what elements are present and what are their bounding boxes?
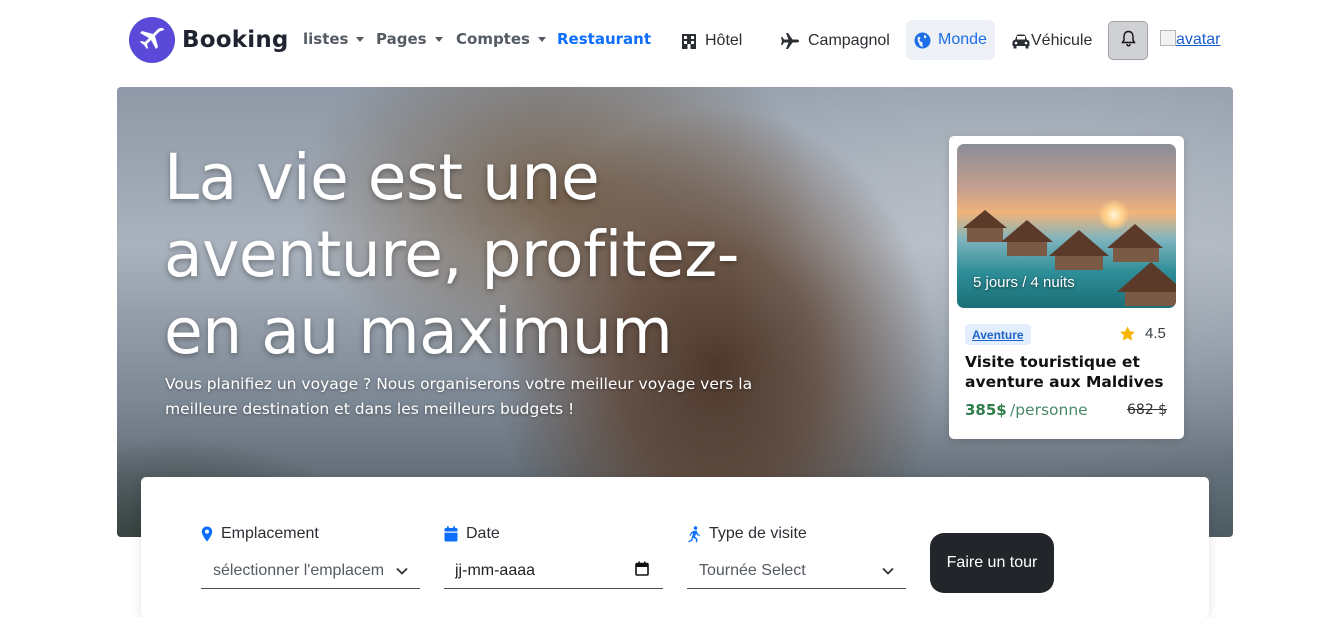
nav-dropdown-listes[interactable]: listes bbox=[303, 30, 365, 48]
chevron-down-icon bbox=[396, 562, 408, 580]
offer-category-badge[interactable]: Aventure bbox=[965, 324, 1031, 345]
calendar-icon bbox=[635, 561, 649, 581]
hut-graphic bbox=[1113, 248, 1159, 262]
nav-dropdown-label: listes bbox=[303, 30, 349, 48]
nav-dropdown-comptes[interactable]: Comptes bbox=[456, 30, 546, 48]
offer-price-unit: /personne bbox=[1010, 401, 1088, 419]
nav-category-vehicule[interactable]: Véhicule bbox=[1012, 29, 1092, 53]
location-label: Emplacement bbox=[201, 524, 319, 544]
nav-category-label: Hôtel bbox=[705, 32, 743, 49]
brand-name: Booking bbox=[182, 27, 289, 53]
offer-title[interactable]: Visite touristique et aventure aux Maldi… bbox=[965, 352, 1175, 392]
search-tour-button[interactable]: Faire un tour bbox=[930, 533, 1054, 593]
location-label-text: Emplacement bbox=[221, 525, 319, 542]
visit-type-label: Type de visite bbox=[687, 524, 807, 544]
broken-image-icon bbox=[1160, 30, 1176, 46]
hut-graphic bbox=[967, 228, 1003, 242]
hut-graphic bbox=[1125, 292, 1176, 306]
location-select[interactable]: sélectionner l'emplacement bbox=[201, 554, 420, 589]
hotel-icon bbox=[681, 33, 697, 49]
star-icon bbox=[1119, 326, 1136, 342]
map-pin-icon bbox=[201, 526, 213, 542]
plane-icon bbox=[129, 17, 175, 63]
nav-category-label: Véhicule bbox=[1031, 32, 1093, 49]
visit-type-label-text: Type de visite bbox=[709, 525, 807, 542]
nav-dropdown-label: Pages bbox=[376, 30, 427, 48]
offer-image: 5 jours / 4 nuits bbox=[957, 144, 1176, 308]
avatar-alt-text: avatar bbox=[1176, 31, 1221, 48]
walking-icon bbox=[687, 525, 701, 543]
bell-icon bbox=[1120, 30, 1136, 52]
nav-category-monde[interactable]: Monde bbox=[906, 20, 995, 60]
date-input[interactable]: jj-mm-aaaa bbox=[444, 554, 663, 589]
brand-logo-link[interactable]: Booking bbox=[129, 17, 289, 63]
visit-type-select-value: Tournée Select bbox=[699, 562, 806, 579]
offer-rating: 4.5 bbox=[1119, 325, 1166, 342]
nav-link-restaurant[interactable]: Restaurant bbox=[557, 30, 651, 48]
date-input-value: jj-mm-aaaa bbox=[455, 562, 536, 579]
globe-icon bbox=[914, 32, 931, 49]
calendar-icon bbox=[444, 526, 458, 542]
hut-graphic bbox=[1117, 262, 1176, 292]
offer-card[interactable]: 5 jours / 4 nuits Aventure 4.5 Visite to… bbox=[949, 136, 1184, 439]
visit-type-field: Type de visite Tournée Select bbox=[687, 524, 906, 589]
nav-dropdown-pages[interactable]: Pages bbox=[376, 30, 443, 48]
hero-title: La vie est une aventure, profitez-en au … bbox=[164, 141, 740, 368]
nav-category-label: Monde bbox=[938, 31, 987, 48]
car-icon bbox=[1012, 34, 1030, 49]
visit-type-select[interactable]: Tournée Select bbox=[687, 554, 906, 589]
search-panel: Emplacement sélectionner l'emplacement D… bbox=[141, 477, 1209, 617]
offer-price: 385$ bbox=[965, 401, 1007, 419]
nav-category-campagnol[interactable]: Campagnol bbox=[780, 29, 890, 53]
hut-graphic bbox=[1055, 256, 1103, 270]
hut-graphic bbox=[1049, 230, 1109, 256]
hut-graphic bbox=[1001, 220, 1053, 242]
offer-duration: 5 jours / 4 nuits bbox=[973, 274, 1075, 291]
offer-rating-value: 4.5 bbox=[1145, 325, 1166, 342]
date-label: Date bbox=[444, 524, 500, 544]
chevron-down-icon bbox=[434, 37, 443, 42]
date-field: Date jj-mm-aaaa bbox=[444, 524, 663, 589]
date-label-text: Date bbox=[466, 525, 500, 542]
hero-subtitle: Vous planifiez un voyage ? Nous organise… bbox=[165, 375, 753, 418]
hut-graphic bbox=[1107, 224, 1163, 248]
chevron-down-icon bbox=[356, 37, 365, 42]
nav-category-label: Campagnol bbox=[808, 32, 890, 49]
notification-button[interactable] bbox=[1108, 21, 1148, 60]
chevron-down-icon bbox=[537, 37, 546, 42]
navbar: Booking listes Pages Comptes Restaurant … bbox=[0, 0, 1342, 80]
nav-dropdown-label: Comptes bbox=[456, 30, 530, 48]
avatar[interactable]: avatar bbox=[1160, 30, 1221, 49]
plane-icon bbox=[780, 32, 800, 50]
location-select-value: sélectionner l'emplacement bbox=[213, 562, 383, 579]
chevron-down-icon bbox=[882, 562, 894, 580]
nav-category-hotel[interactable]: Hôtel bbox=[681, 29, 742, 53]
offer-old-price: 682 $ bbox=[1127, 402, 1168, 418]
hut-graphic bbox=[1007, 242, 1047, 256]
location-field: Emplacement sélectionner l'emplacement bbox=[201, 524, 420, 589]
